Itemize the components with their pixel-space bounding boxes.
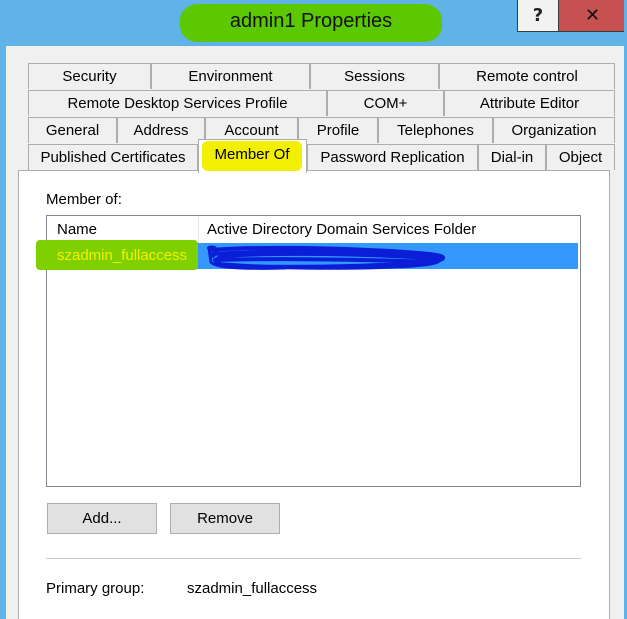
tab-member-of-label[interactable]: Member Of xyxy=(202,146,302,163)
primary-group-value: szadmin_fullaccess xyxy=(187,580,318,597)
tab-published-certificates[interactable]: Published Certificates xyxy=(28,144,198,170)
tab-attribute-editor[interactable]: Attribute Editor xyxy=(444,90,615,116)
column-header-folder[interactable]: Active Directory Domain Services Folder xyxy=(200,216,580,243)
group-name-cell[interactable]: szadmin_fullaccess xyxy=(57,247,187,264)
help-button[interactable]: ? xyxy=(517,0,559,32)
tab-object[interactable]: Object xyxy=(546,144,615,170)
add-button[interactable]: Add... xyxy=(47,503,157,534)
tab-com-plus[interactable]: COM+ xyxy=(327,90,444,116)
tab-remote-control[interactable]: Remote control xyxy=(439,63,615,89)
tab-address[interactable]: Address xyxy=(117,117,205,143)
column-header-name[interactable]: Name xyxy=(47,216,199,243)
remove-button[interactable]: Remove xyxy=(170,503,280,534)
tab-general[interactable]: General xyxy=(28,117,117,143)
tab-security[interactable]: Security xyxy=(28,63,151,89)
tab-dial-in[interactable]: Dial-in xyxy=(478,144,546,170)
tab-telephones[interactable]: Telephones xyxy=(378,117,493,143)
separator xyxy=(46,558,581,559)
tab-password-replication[interactable]: Password Replication xyxy=(307,144,478,170)
tab-sessions[interactable]: Sessions xyxy=(310,63,439,89)
tab-profile[interactable]: Profile xyxy=(298,117,378,143)
redaction-scribble xyxy=(207,245,445,270)
tab-remote-desktop-services-profile[interactable]: Remote Desktop Services Profile xyxy=(28,90,327,116)
window-title: admin1 Properties xyxy=(229,10,393,32)
tab-environment[interactable]: Environment xyxy=(151,63,310,89)
close-button[interactable]: ✕ xyxy=(559,0,627,32)
primary-group-label: Primary group: xyxy=(46,580,145,597)
tab-organization[interactable]: Organization xyxy=(493,117,615,143)
member-of-label: Member of: xyxy=(46,191,122,208)
